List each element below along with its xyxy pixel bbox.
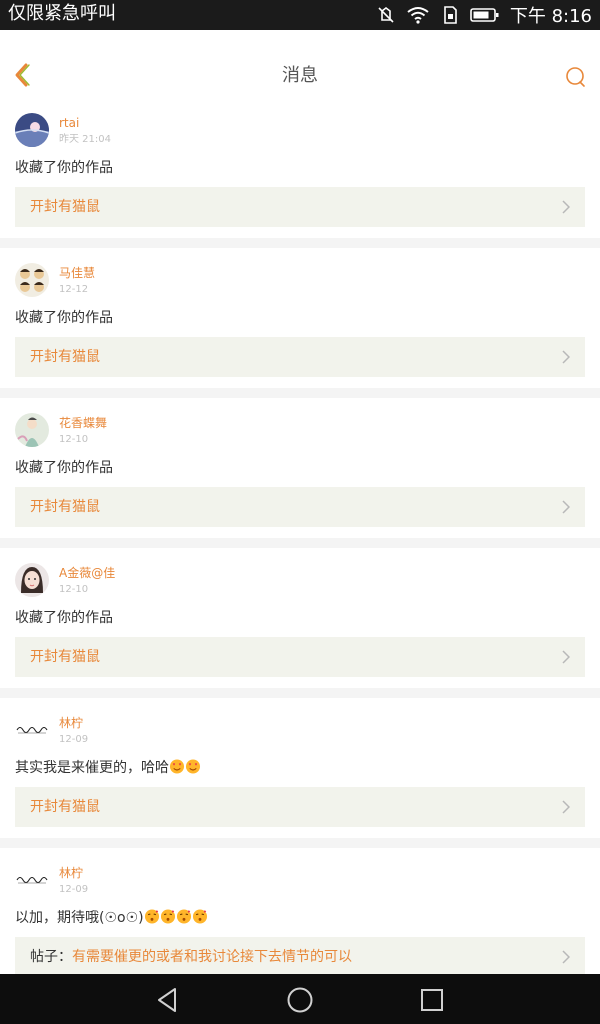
- wifi-icon: [407, 7, 429, 24]
- divider: [0, 538, 600, 548]
- user-name[interactable]: 林柠: [59, 716, 83, 730]
- message-text-content: 收藏了你的作品: [15, 160, 113, 176]
- system-nav-bar: [0, 974, 600, 1024]
- message-text: 其实我是来催更的，哈哈: [15, 758, 201, 778]
- header-bar: 消息: [0, 30, 600, 99]
- work-link-text: 开封有猫鼠: [30, 647, 100, 667]
- chevron-right-icon: [562, 350, 570, 364]
- nav-recents-icon[interactable]: [419, 987, 445, 1013]
- carrier-text: 仅限紧急呼叫: [8, 3, 116, 24]
- avatar[interactable]: [15, 863, 49, 897]
- message-card: A金薇@佳 12-10 收藏了你的作品 开封有猫鼠: [0, 548, 600, 688]
- message-card: 马佳慧 12-12 收藏了你的作品 开封有猫鼠: [0, 248, 600, 388]
- user-name[interactable]: 马佳慧: [59, 266, 95, 280]
- message-time: 12-10: [59, 584, 89, 595]
- message-text-content: 收藏了你的作品: [15, 610, 113, 626]
- link-title: 开封有猫鼠: [30, 649, 100, 665]
- avatar[interactable]: [15, 563, 49, 597]
- message-text: 以加，期待哦(☉o☉): [15, 908, 208, 928]
- chevron-right-icon: [562, 650, 570, 664]
- user-name[interactable]: rtai: [59, 116, 79, 130]
- link-title: 开封有猫鼠: [30, 499, 100, 515]
- message-text-content: 其实我是来催更的，哈哈: [15, 760, 169, 776]
- mute-icon: [378, 7, 394, 23]
- divider: [0, 688, 600, 698]
- work-link-text: 开封有猫鼠: [30, 797, 100, 817]
- message-card: 花香蝶舞 12-10 收藏了你的作品 开封有猫鼠: [0, 398, 600, 538]
- message-time: 12-12: [59, 284, 89, 295]
- kissing-emoji-icon: [176, 909, 191, 924]
- chat-bubble-icon[interactable]: [564, 66, 586, 88]
- message-time: 昨天 21:04: [59, 134, 111, 145]
- page-title: 消息: [282, 65, 318, 86]
- link-title: 开封有猫鼠: [30, 199, 100, 215]
- user-name[interactable]: 花香蝶舞: [59, 416, 107, 430]
- message-card: 林柠 12-09 其实我是来催更的，哈哈 开封有猫鼠: [0, 698, 600, 838]
- divider: [0, 238, 600, 248]
- nav-back-icon[interactable]: [155, 987, 181, 1013]
- avatar[interactable]: [15, 263, 49, 297]
- chevron-right-icon: [562, 950, 570, 964]
- post-link-text: 帖子：有需要催更的或者和我讨论接下去情节的可以: [30, 947, 352, 967]
- work-link[interactable]: 开封有猫鼠: [15, 187, 585, 227]
- message-text: 收藏了你的作品: [15, 458, 113, 478]
- work-link-text: 开封有猫鼠: [30, 497, 100, 517]
- avatar[interactable]: [15, 113, 49, 147]
- link-title: 开封有猫鼠: [30, 349, 100, 365]
- kissing-emoji-icon: [144, 909, 159, 924]
- work-link[interactable]: 开封有猫鼠: [15, 787, 585, 827]
- work-link-text: 开封有猫鼠: [30, 347, 100, 367]
- clock-text: 下午 8:16: [509, 6, 592, 27]
- status-bar: 仅限紧急呼叫 下午 8:16: [0, 0, 600, 30]
- work-link-text: 开封有猫鼠: [30, 197, 100, 217]
- user-name[interactable]: A金薇@佳: [59, 566, 115, 580]
- heart-eyes-emoji-icon: [185, 759, 201, 774]
- message-text-content: 以加，期待哦(☉o☉): [15, 910, 144, 926]
- battery-icon: [470, 8, 499, 22]
- work-link[interactable]: 开封有猫鼠: [15, 487, 585, 527]
- work-link[interactable]: 开封有猫鼠: [15, 637, 585, 677]
- kissing-emoji-icon: [160, 909, 175, 924]
- avatar[interactable]: [15, 413, 49, 447]
- message-card: rtai 昨天 21:04 收藏了你的作品 开封有猫鼠: [0, 98, 600, 238]
- chevron-right-icon: [562, 500, 570, 514]
- divider: [0, 838, 600, 848]
- message-text: 收藏了你的作品: [15, 308, 113, 328]
- link-title: 开封有猫鼠: [30, 799, 100, 815]
- kissing-emoji-icon: [192, 909, 207, 924]
- message-time: 12-09: [59, 884, 89, 895]
- message-time: 12-09: [59, 734, 89, 745]
- message-text: 收藏了你的作品: [15, 608, 113, 628]
- message-time: 12-10: [59, 434, 89, 445]
- chevron-right-icon: [562, 200, 570, 214]
- link-title: 有需要催更的或者和我讨论接下去情节的可以: [72, 949, 352, 965]
- avatar[interactable]: [15, 713, 49, 747]
- message-card: 林柠 12-09 以加，期待哦(☉o☉) 帖子：有需要催更的或者和我讨论接下去情…: [0, 848, 600, 974]
- chevron-right-icon: [562, 800, 570, 814]
- link-prefix: 帖子：: [30, 949, 72, 965]
- work-link[interactable]: 开封有猫鼠: [15, 337, 585, 377]
- post-link[interactable]: 帖子：有需要催更的或者和我讨论接下去情节的可以: [15, 937, 585, 974]
- sim-card-icon: [444, 6, 457, 24]
- message-text: 收藏了你的作品: [15, 158, 113, 178]
- nav-home-icon[interactable]: [287, 987, 313, 1013]
- heart-eyes-emoji-icon: [169, 759, 185, 774]
- user-name[interactable]: 林柠: [59, 866, 83, 880]
- message-list[interactable]: rtai 昨天 21:04 收藏了你的作品 开封有猫鼠 马佳慧 12-12 收藏…: [0, 98, 600, 974]
- message-text-content: 收藏了你的作品: [15, 310, 113, 326]
- divider: [0, 388, 600, 398]
- message-text-content: 收藏了你的作品: [15, 460, 113, 476]
